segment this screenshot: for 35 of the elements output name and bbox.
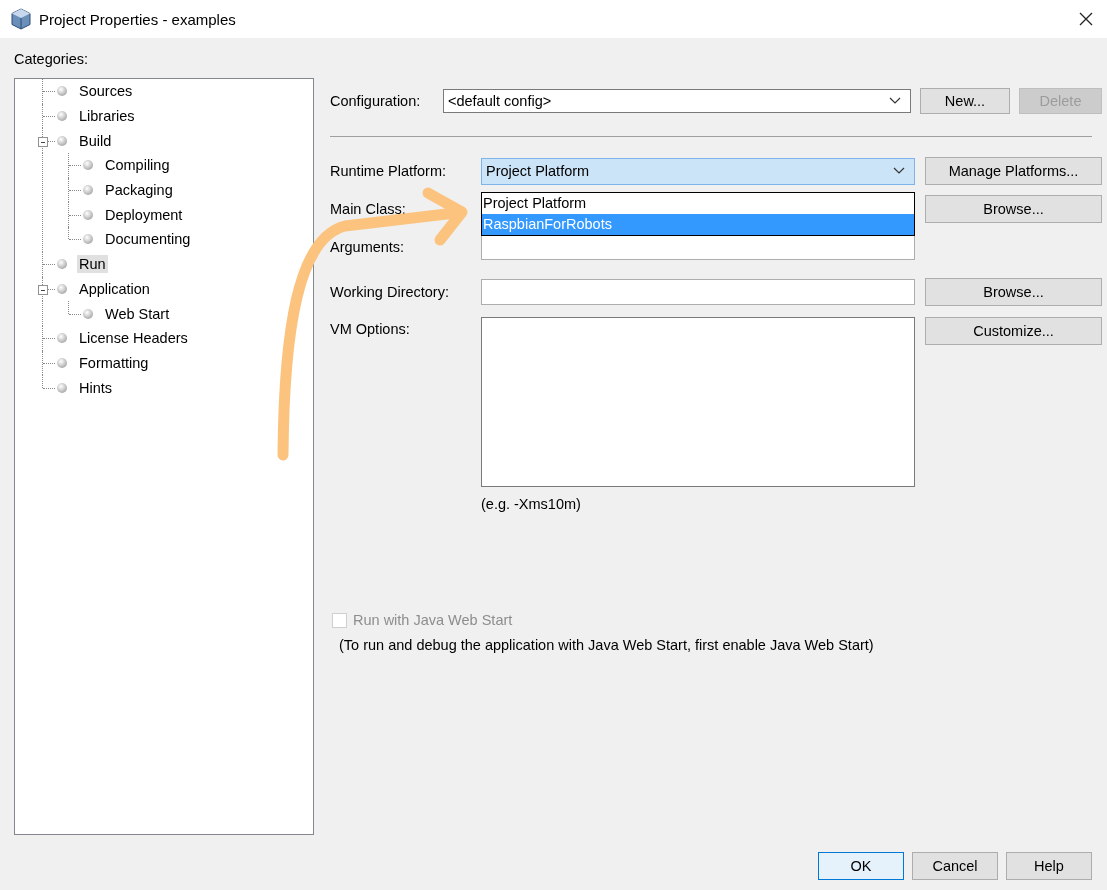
cancel-button[interactable]: Cancel [912, 852, 998, 880]
manage-platforms-button[interactable]: Manage Platforms... [925, 157, 1102, 185]
category-item[interactable]: Libraries [77, 107, 137, 126]
field-label: Main Class: [330, 201, 407, 217]
runtime-platform-dropdown[interactable]: Project Platform [481, 157, 915, 185]
ok-button[interactable]: OK [818, 852, 904, 880]
browse-button[interactable]: Browse... [925, 278, 1102, 306]
field-label: VM Options: [330, 320, 411, 337]
category-item[interactable]: Documenting [103, 230, 193, 249]
customize-button[interactable]: Customize... [925, 317, 1102, 345]
field-label: Configuration: [330, 93, 422, 109]
category-item[interactable]: Compiling [103, 156, 172, 175]
field-label: Runtime Platform: [330, 163, 448, 179]
category-item[interactable]: License Headers [77, 329, 190, 348]
help-button[interactable]: Help [1006, 852, 1092, 880]
category-item[interactable]: Sources [77, 82, 135, 101]
window-title: Project Properties - examples [39, 10, 237, 28]
category-item[interactable]: Web Start [103, 304, 172, 323]
field-label: Arguments: [330, 239, 406, 255]
category-item[interactable]: Packaging [103, 181, 175, 200]
category-item[interactable]: Formatting [77, 353, 151, 372]
note-text: (To run and debug the application with Java Web Start, first enable Java Web Start) [338, 637, 875, 653]
category-item[interactable]: Application [77, 279, 152, 298]
browse-button[interactable]: Browse... [925, 195, 1102, 223]
configuration-dropdown[interactable]: <default config> [443, 89, 911, 113]
field-label: Working Directory: [330, 284, 450, 300]
new-button[interactable]: New... [920, 88, 1010, 114]
category-item[interactable]: Build [77, 131, 114, 150]
checkbox-label: Run with Java Web Start [353, 612, 513, 628]
dropdown-option[interactable]: Project Platform [482, 192, 914, 214]
category-item[interactable]: Deployment [103, 205, 185, 224]
hint-text: (e.g. -Xms10m) [481, 496, 582, 512]
categories-label: Categories: [14, 50, 90, 69]
category-item[interactable]: Hints [77, 378, 115, 397]
category-item[interactable]: Run [77, 255, 108, 274]
